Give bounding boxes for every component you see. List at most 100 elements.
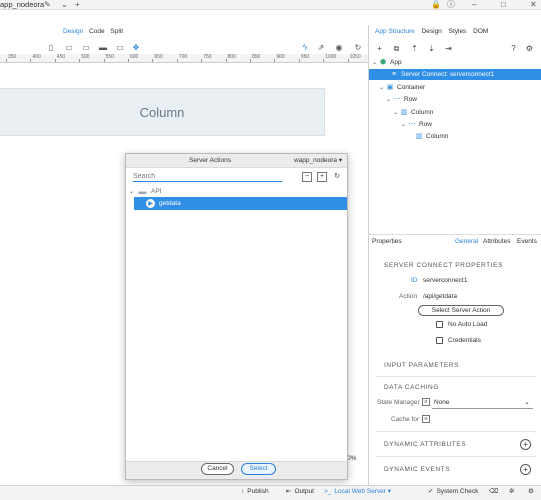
state-manager-label: State Manager (377, 399, 420, 406)
tree-node-container[interactable]: ⌄ ▣ Container (369, 82, 541, 93)
section-dynamic-events: DYNAMIC EVENTS (384, 466, 451, 473)
ruler-tick (347, 59, 349, 62)
expand-all-icon[interactable]: + (317, 172, 327, 182)
ruler-tick (298, 59, 300, 62)
chevron-down-icon: ⌄ (371, 60, 378, 66)
ruler-tick (54, 59, 56, 62)
add-icon[interactable]: + (374, 43, 385, 54)
phone-view-icon[interactable]: ▯ (45, 41, 57, 53)
add-tab-icon[interactable]: + (75, 0, 80, 9)
lock-icon[interactable]: 🔒 (431, 0, 441, 9)
server-selector[interactable]: >_ Local Web Server ▾ (324, 487, 391, 497)
tab-design[interactable]: Design (422, 28, 442, 35)
edit-pencil-icon[interactable]: ✎ (44, 0, 51, 9)
ruler-tick-label: 700 (178, 54, 188, 60)
publish-label: Publish (247, 488, 269, 495)
camera-icon[interactable]: ◉ (333, 41, 345, 53)
move-up-icon[interactable]: ⇡ (409, 43, 420, 54)
app-title[interactable]: app_nodeora (0, 0, 44, 9)
ruler-tick (201, 59, 203, 62)
panel-divider (369, 234, 541, 235)
panel-tabs: App Structure Design Styles DOM (375, 28, 493, 35)
tab-attributes[interactable]: Attributes (483, 238, 510, 245)
tab-dom[interactable]: DOM (473, 28, 488, 35)
tab-events[interactable]: Events (517, 238, 537, 245)
tree-node-label: Column (426, 133, 449, 140)
tree-node-app[interactable]: ⌄ ⬢ App (369, 57, 541, 68)
tablet-landscape-icon[interactable]: ▭ (80, 41, 92, 53)
bug-icon[interactable]: ✲ (509, 487, 514, 497)
section-input-parameters[interactable]: INPUT PARAMETERS (384, 362, 459, 369)
credentials-checkbox[interactable] (436, 337, 443, 344)
settings-icon[interactable]: ⚙ (524, 43, 535, 54)
dialog-header: Server Actions wapp_nodeora ▾ (126, 154, 347, 168)
output-button[interactable]: ⇤ Output (286, 487, 314, 497)
copy-icon[interactable]: ⧉ (391, 43, 402, 54)
tree-item-getdata[interactable]: ▶ getdata (134, 197, 347, 210)
tab-code[interactable]: Code (89, 28, 105, 35)
maximize-icon[interactable]: □ (501, 0, 506, 9)
laptop-view-icon[interactable]: ▬ (97, 41, 109, 53)
eraser-icon[interactable]: ⌫ (489, 487, 498, 497)
select-button[interactable]: Select (241, 463, 276, 475)
app-selector[interactable]: wapp_nodeora ▾ (294, 154, 342, 168)
upload-arrow-icon: ↑ (241, 488, 245, 495)
info-icon[interactable]: ⓘ (447, 0, 455, 9)
system-check-label: System Check (436, 488, 479, 495)
tab-app-structure[interactable]: App Structure (375, 28, 415, 35)
lightning-icon[interactable]: ϟ (299, 41, 311, 53)
section-data-caching: DATA CACHING (384, 384, 439, 391)
select-server-action-button[interactable]: Select Server Action (418, 305, 504, 316)
state-manager-select[interactable]: None (434, 399, 450, 406)
tree-item-label: getdata (159, 200, 181, 207)
chevron-down-icon[interactable]: ⌄ (61, 0, 68, 9)
close-window-icon[interactable]: ✕ (530, 0, 537, 9)
tree-node-label: Server Connect: serverconnect1 (401, 71, 495, 78)
ruler-tick (274, 59, 276, 62)
refresh-icon[interactable]: ↻ (352, 41, 364, 53)
settings-icon[interactable]: ⚙ (528, 487, 534, 497)
open-external-icon[interactable]: ⇗ (315, 41, 327, 53)
tree-node-column[interactable]: ⌄ ▥ Column (369, 107, 541, 118)
caret-down-icon: ▾ (338, 157, 343, 164)
no-auto-load-checkbox[interactable] (436, 321, 443, 328)
tab-design[interactable]: Design (63, 28, 83, 35)
chevron-down-icon[interactable]: ⌄ (524, 398, 530, 406)
search-input[interactable] (133, 172, 282, 182)
id-label: ID (411, 277, 418, 284)
tab-styles[interactable]: Styles (449, 28, 467, 35)
dock-icon[interactable]: ⇥ (443, 43, 454, 54)
desktop-view-icon[interactable]: ▭ (114, 41, 126, 53)
ruler-tick-label: 1000 (325, 54, 337, 60)
action-value[interactable]: /api/getdata (423, 293, 457, 300)
move-icon[interactable]: ✥ (130, 41, 142, 53)
tree-node-row[interactable]: ⌄ ⋯ Row (369, 119, 541, 130)
move-down-icon[interactable]: ⇣ (426, 43, 437, 54)
collapse-all-icon[interactable]: − (302, 172, 312, 182)
help-icon[interactable]: ? (508, 43, 519, 54)
no-auto-load-label: No Auto Load (448, 321, 488, 328)
refresh-icon[interactable]: ↻ (332, 172, 342, 182)
add-dynamic-attribute-icon[interactable]: + (520, 439, 531, 450)
id-value[interactable]: serverconnect1 (423, 277, 467, 284)
cancel-button[interactable]: Cancel (201, 463, 234, 475)
tree-folder-api[interactable]: ⌄ ▬ API (128, 186, 162, 197)
tree-node-row[interactable]: ⌄ ⋯ Row (369, 94, 541, 105)
ruler-tick (30, 59, 32, 62)
ruler-tick-label: 600 (130, 54, 139, 60)
canvas-column[interactable]: Column (0, 88, 325, 136)
tree-node-column[interactable]: ▥ Column (369, 131, 541, 142)
tab-general[interactable]: General (455, 238, 478, 245)
tab-split[interactable]: Split (110, 28, 123, 35)
tree-node-serverconnect[interactable]: ≡ Server Connect: serverconnect1 (369, 69, 541, 80)
add-dynamic-event-icon[interactable]: + (520, 464, 531, 475)
divider (376, 376, 536, 377)
credentials-label: Credentials (448, 337, 481, 344)
minimize-icon[interactable]: – (472, 0, 476, 9)
output-icon: ⇤ (286, 488, 292, 495)
select-underline (432, 408, 533, 409)
system-check-button[interactable]: ✓ System Check (428, 487, 478, 497)
column-icon: ▥ (400, 109, 408, 116)
publish-button[interactable]: ↑ Publish (241, 487, 269, 497)
tablet-view-icon[interactable]: ▭ (63, 41, 75, 53)
